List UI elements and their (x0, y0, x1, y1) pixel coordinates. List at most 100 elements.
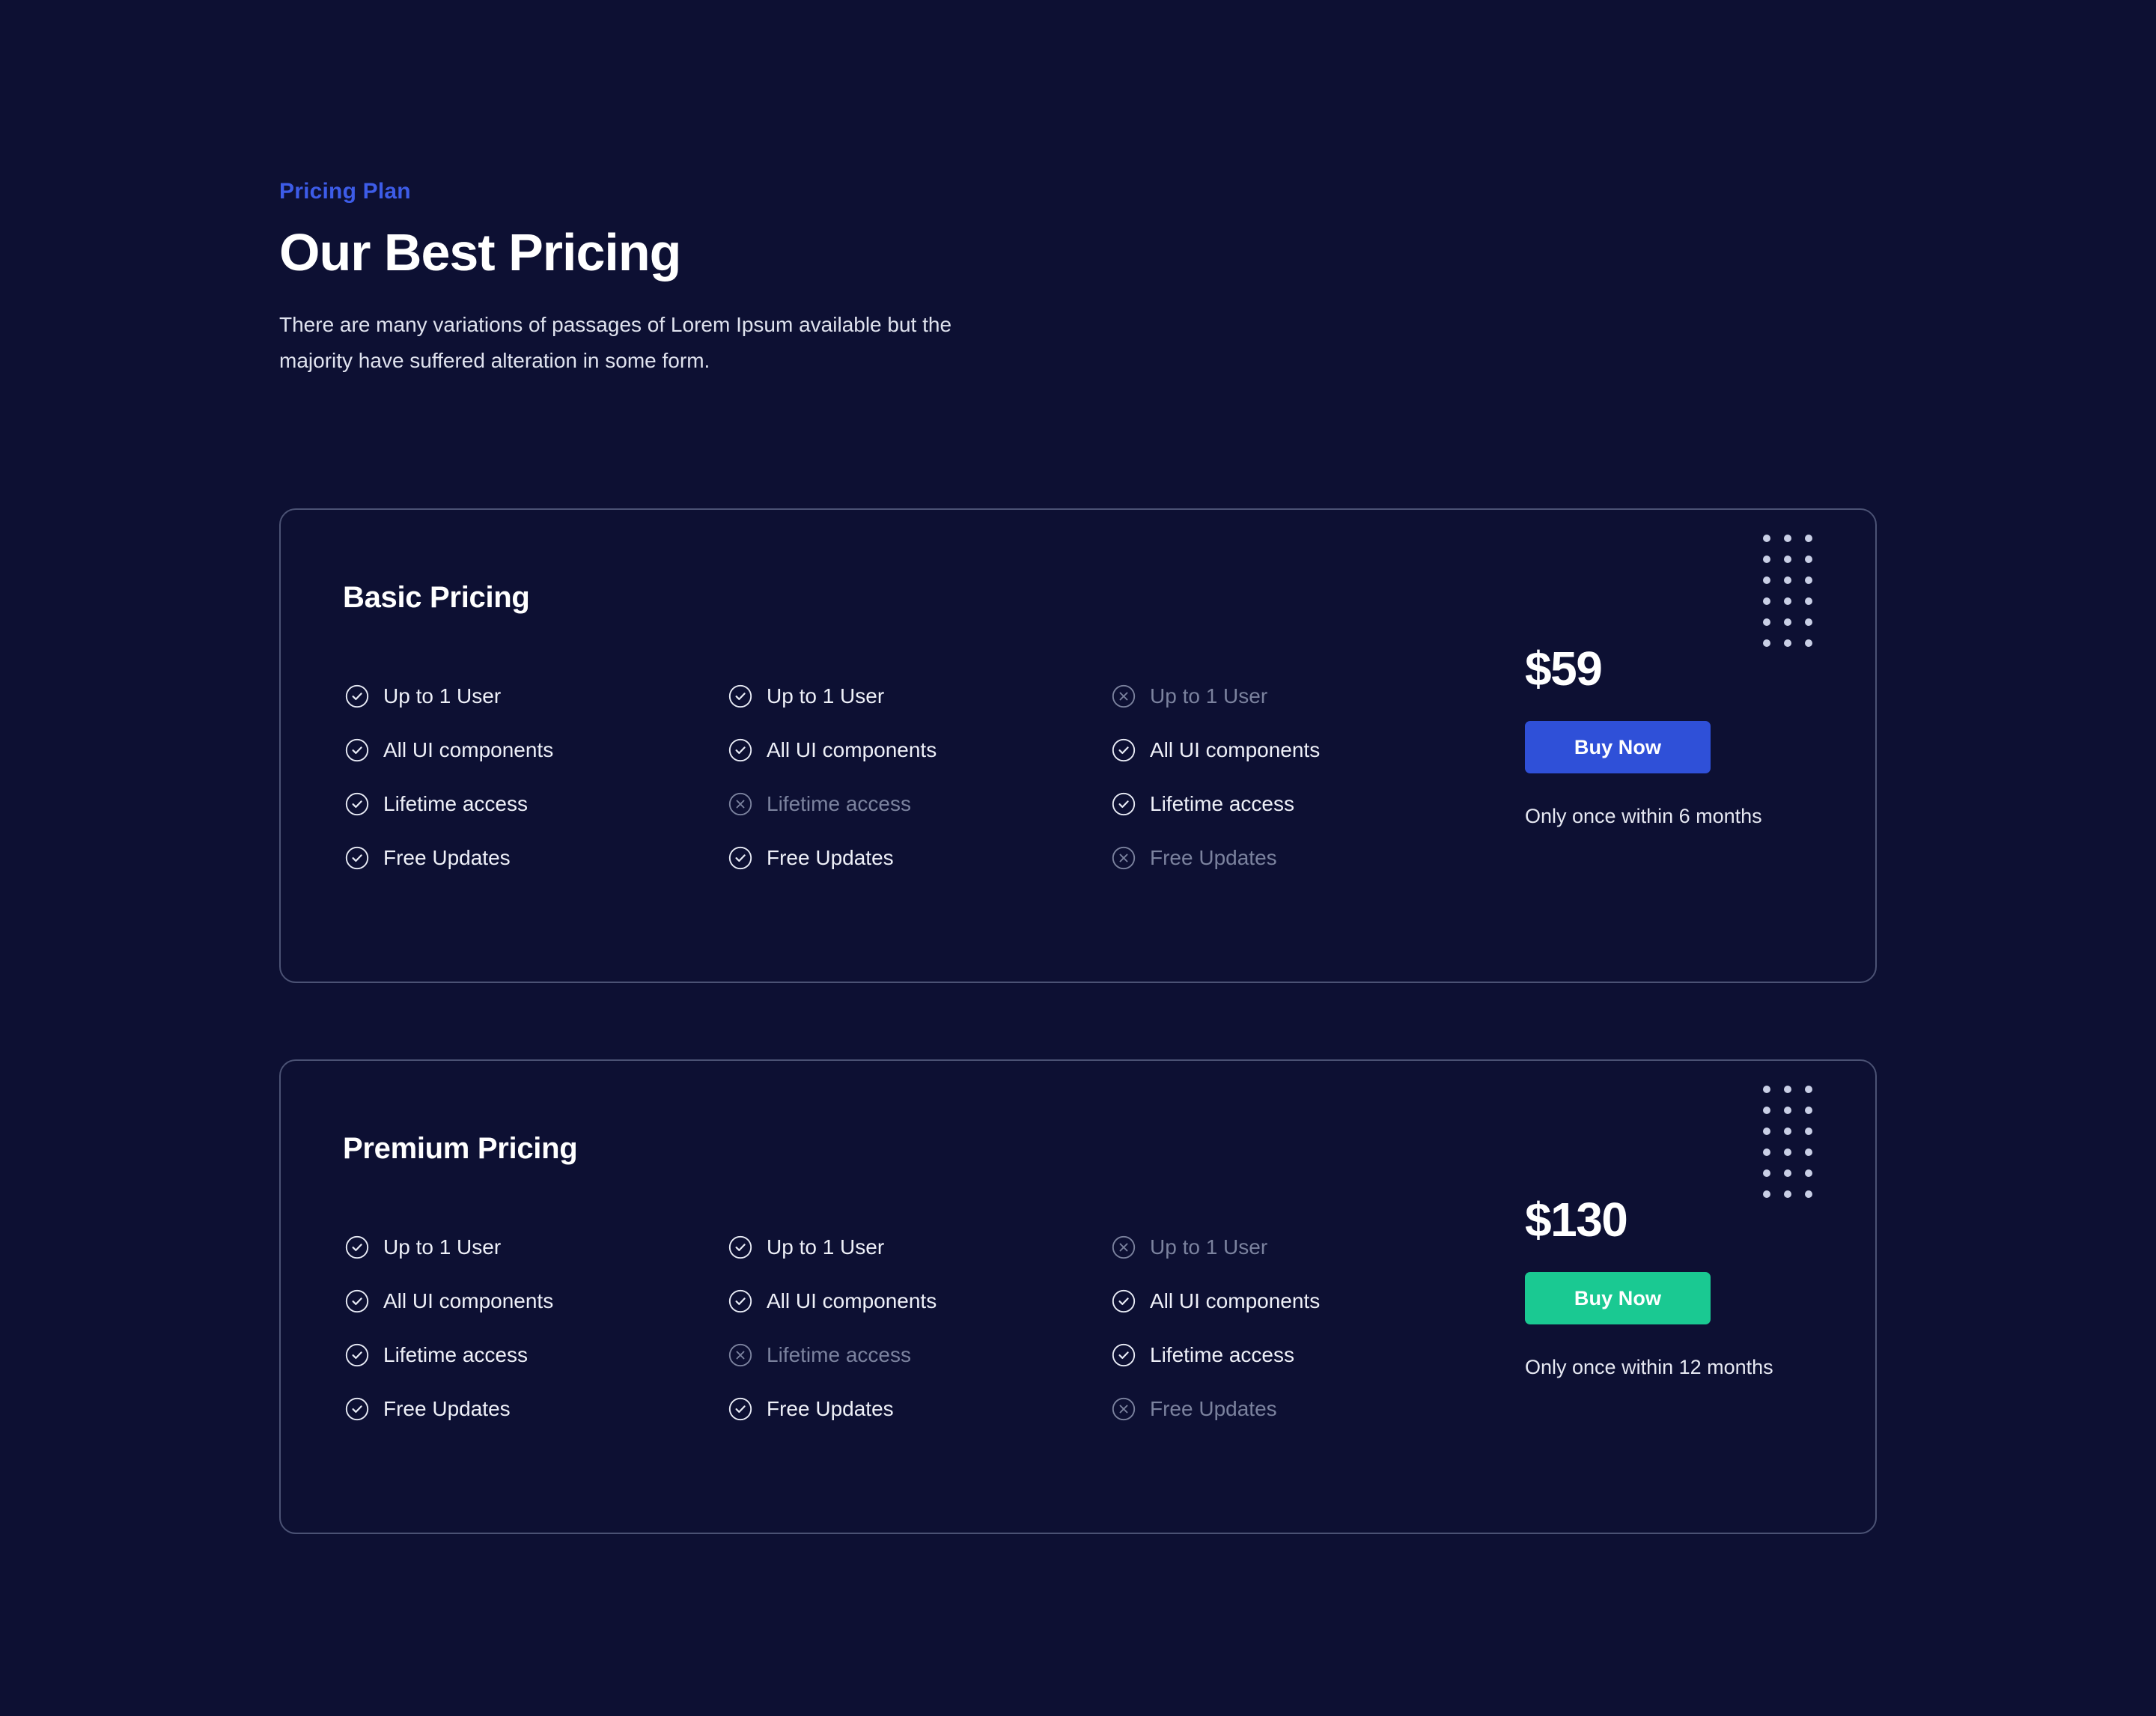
feature-columns: Up to 1 User All UI components Lifetime ac… (343, 669, 1493, 885)
decoration-dot (1763, 1128, 1770, 1135)
decoration-dot (1805, 597, 1812, 605)
check-circle-icon (726, 1287, 755, 1315)
page-subtitle: There are many variations of passages of… (279, 312, 952, 372)
feature-item: Lifetime access (726, 777, 1109, 831)
feature-label: Lifetime access (383, 792, 528, 816)
decoration-dot (1805, 1086, 1812, 1093)
check-circle-icon (726, 1233, 755, 1262)
feature-label: Up to 1 User (383, 1235, 502, 1259)
card-title: Premium Pricing (343, 1132, 578, 1165)
dot-grid-decoration-icon (1763, 1086, 1812, 1198)
cross-circle-icon (1109, 1233, 1138, 1262)
feature-label: Lifetime access (767, 1343, 911, 1367)
feature-column-3: Up to 1 User All UI components Lifetime ac… (1109, 669, 1493, 885)
pricing-card-basic: Basic Pricing Up to 1 User All UI componen… (279, 508, 1877, 983)
pricing-page: Pricing Plan Our Best Pricing There are … (0, 0, 2156, 1716)
feature-label: All UI components (383, 1289, 554, 1313)
decoration-dot (1805, 576, 1812, 584)
page-title: Our Best Pricing (279, 223, 681, 282)
decoration-dot (1763, 535, 1770, 542)
page-header: Pricing Plan Our Best Pricing There are … (279, 178, 1178, 379)
feature-label: Up to 1 User (1150, 1235, 1268, 1259)
feature-label: Lifetime access (383, 1343, 528, 1367)
check-circle-icon (343, 1287, 371, 1315)
check-circle-icon (343, 790, 371, 818)
decoration-dot (1805, 535, 1812, 542)
decoration-dot (1805, 1107, 1812, 1114)
feature-item: Up to 1 User (726, 1220, 1109, 1274)
decoration-dot (1784, 1107, 1791, 1114)
feature-item: Up to 1 User (1109, 1220, 1493, 1274)
check-circle-icon (726, 682, 755, 711)
feature-item: All UI components (343, 723, 726, 777)
feature-columns: Up to 1 User All UI components Lifetime ac… (343, 1220, 1493, 1436)
decoration-dot (1763, 1169, 1770, 1177)
feature-label: Lifetime access (1150, 792, 1294, 816)
feature-label: All UI components (383, 738, 554, 762)
feature-item: Up to 1 User (343, 669, 726, 723)
decoration-dot (1784, 535, 1791, 542)
check-circle-icon (343, 682, 371, 711)
decoration-dot (1805, 1169, 1812, 1177)
feature-label: Free Updates (767, 846, 894, 870)
feature-label: Free Updates (767, 1397, 894, 1421)
feature-item: All UI components (726, 1274, 1109, 1328)
feature-label: Free Updates (1150, 846, 1277, 870)
decoration-dot (1805, 1128, 1812, 1135)
feature-label: All UI components (1150, 1289, 1321, 1313)
feature-item: Lifetime access (343, 1328, 726, 1382)
feature-item: Free Updates (343, 1382, 726, 1436)
cross-circle-icon (1109, 682, 1138, 711)
cross-circle-icon (726, 790, 755, 818)
feature-column-2: Up to 1 User All UI components Lifetime ac… (726, 669, 1109, 885)
check-circle-icon (1109, 736, 1138, 764)
buy-now-button[interactable]: Buy Now (1525, 721, 1711, 773)
decoration-dot (1763, 556, 1770, 563)
decoration-dot (1784, 618, 1791, 626)
check-circle-icon (1109, 1341, 1138, 1369)
feature-item: Free Updates (726, 1382, 1109, 1436)
feature-item: Free Updates (343, 831, 726, 885)
decoration-dot (1784, 1086, 1791, 1093)
feature-item: Free Updates (1109, 831, 1493, 885)
feature-item: Lifetime access (343, 777, 726, 831)
decoration-dot (1784, 597, 1791, 605)
feature-label: All UI components (1150, 738, 1321, 762)
feature-label: Up to 1 User (383, 684, 502, 708)
decoration-dot (1805, 618, 1812, 626)
feature-label: Free Updates (1150, 1397, 1277, 1421)
feature-item: Free Updates (726, 831, 1109, 885)
feature-column-2: Up to 1 User All UI components Lifetime ac… (726, 1220, 1109, 1436)
feature-column-3: Up to 1 User All UI components Lifetime ac… (1109, 1220, 1493, 1436)
dot-grid-decoration-icon (1763, 535, 1812, 647)
feature-item: Lifetime access (726, 1328, 1109, 1382)
cross-circle-icon (1109, 1395, 1138, 1423)
feature-label: Free Updates (383, 1397, 511, 1421)
card-title: Basic Pricing (343, 581, 530, 614)
feature-label: Lifetime access (1150, 1343, 1294, 1367)
decoration-dot (1805, 1148, 1812, 1156)
feature-label: Lifetime access (767, 792, 911, 816)
feature-label: All UI components (767, 738, 937, 762)
feature-label: Free Updates (383, 846, 511, 870)
cross-circle-icon (726, 1341, 755, 1369)
decoration-dot (1805, 556, 1812, 563)
feature-item: Up to 1 User (343, 1220, 726, 1274)
feature-item: All UI components (1109, 1274, 1493, 1328)
price-block: $130 Buy Now Only once within 12 months (1525, 1196, 1839, 1379)
check-circle-icon (726, 844, 755, 872)
buy-now-button[interactable]: Buy Now (1525, 1272, 1711, 1324)
feature-column-1: Up to 1 User All UI components Lifetime ac… (343, 669, 726, 885)
decoration-dot (1784, 556, 1791, 563)
decoration-dot (1763, 1107, 1770, 1114)
decoration-dot (1763, 618, 1770, 626)
feature-item: Lifetime access (1109, 777, 1493, 831)
price-amount: $59 (1525, 642, 1603, 696)
decoration-dot (1784, 1128, 1791, 1135)
decoration-dot (1763, 1086, 1770, 1093)
check-circle-icon (343, 844, 371, 872)
check-circle-icon (1109, 1287, 1138, 1315)
price-amount: $130 (1525, 1193, 1628, 1247)
feature-item: Lifetime access (1109, 1328, 1493, 1382)
feature-label: Up to 1 User (1150, 684, 1268, 708)
